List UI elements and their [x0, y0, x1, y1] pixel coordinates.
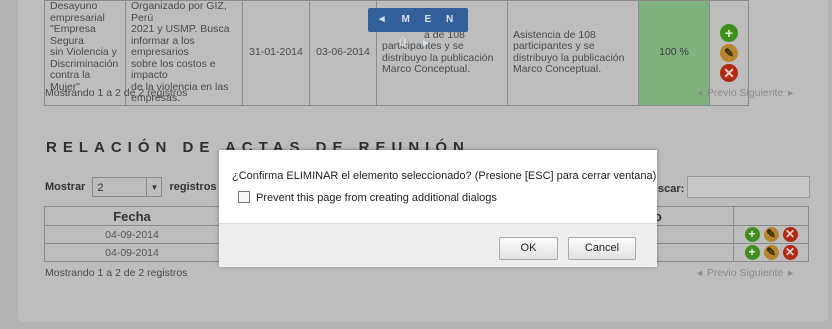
delete-icon[interactable]: ✕ [782, 245, 798, 260]
result-achieved-cell: Asistencia de 108 participantes y se dis… [507, 0, 639, 106]
dialog-footer: OK Cancel [219, 223, 657, 267]
page-length-select[interactable]: 2 ▼ [92, 177, 163, 197]
pager-prev-link[interactable]: Previo [707, 267, 737, 279]
edit-icon[interactable]: ✎ [763, 245, 779, 260]
start-date-cell: 31-01-2014 [242, 0, 310, 106]
confirm-dialog: ¿Confirma ELIMINAR el elemento seleccion… [219, 150, 657, 267]
length-control: Mostrar 2 ▼ registros [45, 177, 217, 197]
cancel-button[interactable]: Cancel [568, 237, 636, 260]
add-icon[interactable]: + [744, 245, 760, 260]
bottom-pager: ◄ Previo Siguiente ► [695, 267, 795, 279]
edit-icon[interactable]: ✎ [763, 227, 779, 242]
pager-next-link[interactable]: Siguiente [740, 87, 784, 99]
end-date-cell: 03-06-2014 [309, 0, 377, 106]
next-arrow-icon: ► [786, 88, 796, 98]
row-actions: + ✎ ✕ [733, 225, 809, 244]
delete-icon[interactable]: ✕ [782, 227, 798, 242]
pager-prev-link[interactable]: Previo [707, 87, 737, 99]
top-table-info: Mostrando 1 a 2 de 2 registros [45, 87, 188, 99]
header-actions [733, 206, 809, 226]
prevent-dialogs-checkbox[interactable] [238, 191, 250, 203]
prevent-dialogs-label: Prevent this page from creating addition… [256, 192, 497, 204]
add-icon[interactable]: + [720, 23, 738, 42]
fecha-cell: 04-09-2014 [44, 225, 220, 244]
delete-icon[interactable]: ✕ [720, 63, 738, 82]
menu-button[interactable]: ◄ M E N Ú ► [368, 8, 468, 49]
registros-label: registros [169, 180, 217, 193]
search-input[interactable] [687, 176, 810, 198]
header-fecha[interactable]: Fecha [44, 206, 220, 226]
pager-next-link[interactable]: Siguiente [740, 267, 784, 279]
prev-arrow-icon: ◄ [695, 88, 704, 98]
prev-arrow-icon: ◄ [695, 268, 704, 278]
bottom-table-info: Mostrando 1 a 2 de 2 registros [45, 267, 188, 279]
mostrar-label: Mostrar [45, 180, 86, 193]
top-pager: ◄ Previo Siguiente ► [695, 87, 795, 99]
search-label: scar: [658, 183, 685, 195]
fecha-cell: 04-09-2014 [44, 243, 220, 262]
edit-icon[interactable]: ✎ [720, 43, 738, 62]
ok-button[interactable]: OK [499, 237, 558, 260]
add-icon[interactable]: + [744, 227, 760, 242]
chevron-down-icon: ▼ [146, 178, 161, 196]
next-arrow-icon: ► [786, 268, 796, 278]
row-actions: + ✎ ✕ [733, 243, 809, 262]
prevent-dialogs-option[interactable]: Prevent this page from creating addition… [238, 191, 497, 204]
dialog-message: ¿Confirma ELIMINAR el elemento seleccion… [232, 170, 657, 182]
